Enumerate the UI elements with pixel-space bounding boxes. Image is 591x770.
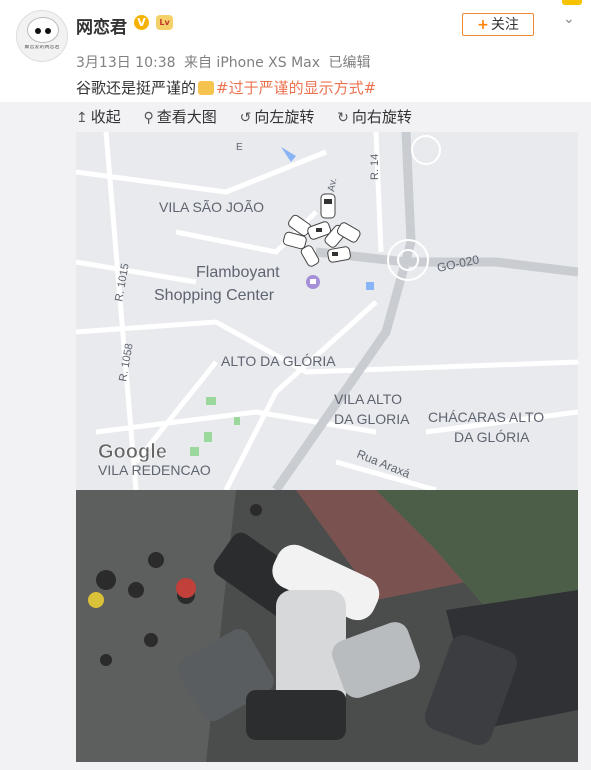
avatar-eye-right bbox=[45, 28, 51, 34]
author-name[interactable]: 网恋君 bbox=[76, 13, 127, 38]
post-body: 谷歌还是挺严谨的 bbox=[76, 79, 197, 97]
avatar[interactable]: 聚恋爱的网恋君 bbox=[16, 10, 68, 62]
label-e: E bbox=[236, 142, 243, 153]
label-r14: R. 14 bbox=[369, 154, 381, 180]
media-toolbar: ↥ 收起 ⚲ 查看大图 ↺ 向左旋转 ↻ 向右旋转 bbox=[76, 106, 430, 127]
red-umbrella bbox=[176, 578, 196, 598]
rotate-right-icon: ↻ bbox=[337, 110, 349, 126]
thumbs-up-emoji-icon bbox=[198, 81, 215, 95]
follow-label: 关注 bbox=[490, 17, 519, 33]
label-chacaras-1: CHÁCARAS ALTO bbox=[428, 409, 544, 425]
label-vila-redencao: VILA REDENCAO bbox=[98, 462, 211, 478]
label-vila-sao-joao: VILA SÃO JOÃO bbox=[159, 199, 264, 215]
post-text: 谷歌还是挺严谨的 #过于严谨的显示方式# bbox=[76, 77, 376, 98]
view-large-label: 查看大图 bbox=[156, 108, 217, 126]
collapse-button[interactable]: ↥ 收起 bbox=[76, 106, 121, 127]
post-date[interactable]: 3月13日 10:38 bbox=[76, 55, 176, 71]
collapse-icon: ↥ bbox=[76, 110, 88, 126]
hashtag-link[interactable]: #过于严谨的显示方式# bbox=[216, 79, 376, 97]
rotate-right-button[interactable]: ↻ 向右旋转 bbox=[337, 106, 412, 127]
label-av: Av. bbox=[326, 177, 339, 192]
level-badge-icon: Lv bbox=[156, 15, 173, 30]
crash-photo-graphic bbox=[76, 490, 578, 762]
label-vila-alto-2: DA GLORIA bbox=[334, 411, 410, 427]
avatar-caption: 聚恋爱的网恋君 bbox=[24, 45, 60, 50]
verified-badge-icon: V bbox=[134, 15, 149, 30]
label-alto-da-gloria: ALTO DA GLÓRIA bbox=[221, 353, 336, 369]
plus-icon: + bbox=[477, 17, 489, 33]
follow-button[interactable]: + 关注 bbox=[462, 13, 534, 36]
avatar-face bbox=[27, 17, 59, 43]
map-graphic: VILA SÃO JOÃO Flamboyant Shopping Center… bbox=[76, 132, 578, 490]
label-flamboyant-1: Flamboyant bbox=[196, 264, 280, 281]
label-flamboyant-2: Shopping Center bbox=[154, 287, 275, 304]
chevron-down-icon[interactable]: ⌄ bbox=[563, 11, 575, 27]
post-source: 来自 iPhone XS Max bbox=[183, 55, 321, 71]
decoration-strip bbox=[562, 0, 582, 5]
post-edited[interactable]: 已编辑 bbox=[328, 55, 370, 71]
collapse-label: 收起 bbox=[90, 108, 121, 126]
label-vila-alto-1: VILA ALTO bbox=[334, 391, 402, 407]
rotate-left-button[interactable]: ↺ 向左旋转 bbox=[240, 106, 315, 127]
google-logo: Google bbox=[98, 441, 167, 463]
avatar-eye-left bbox=[35, 28, 41, 34]
post-meta: 3月13日 10:38 来自 iPhone XS Max 已编辑 bbox=[76, 52, 374, 72]
map-image[interactable]: VILA SÃO JOÃO Flamboyant Shopping Center… bbox=[76, 132, 578, 490]
crash-photo-image[interactable] bbox=[76, 490, 578, 762]
label-chacaras-2: DA GLÓRIA bbox=[454, 429, 530, 445]
rotate-left-icon: ↺ bbox=[239, 110, 252, 126]
view-large-button[interactable]: ⚲ 查看大图 bbox=[144, 106, 217, 127]
map-shopping-pin-icon bbox=[306, 275, 320, 289]
search-icon: ⚲ bbox=[143, 110, 154, 126]
weibo-post: 聚恋爱的网恋君 网恋君 V Lv + 关注 ⌄ 3月13日 10:38 来自 iP… bbox=[0, 0, 591, 770]
yellow-raincoat bbox=[88, 592, 104, 608]
rotate-left-label: 向左旋转 bbox=[254, 108, 315, 126]
rotate-right-label: 向右旋转 bbox=[351, 108, 412, 126]
